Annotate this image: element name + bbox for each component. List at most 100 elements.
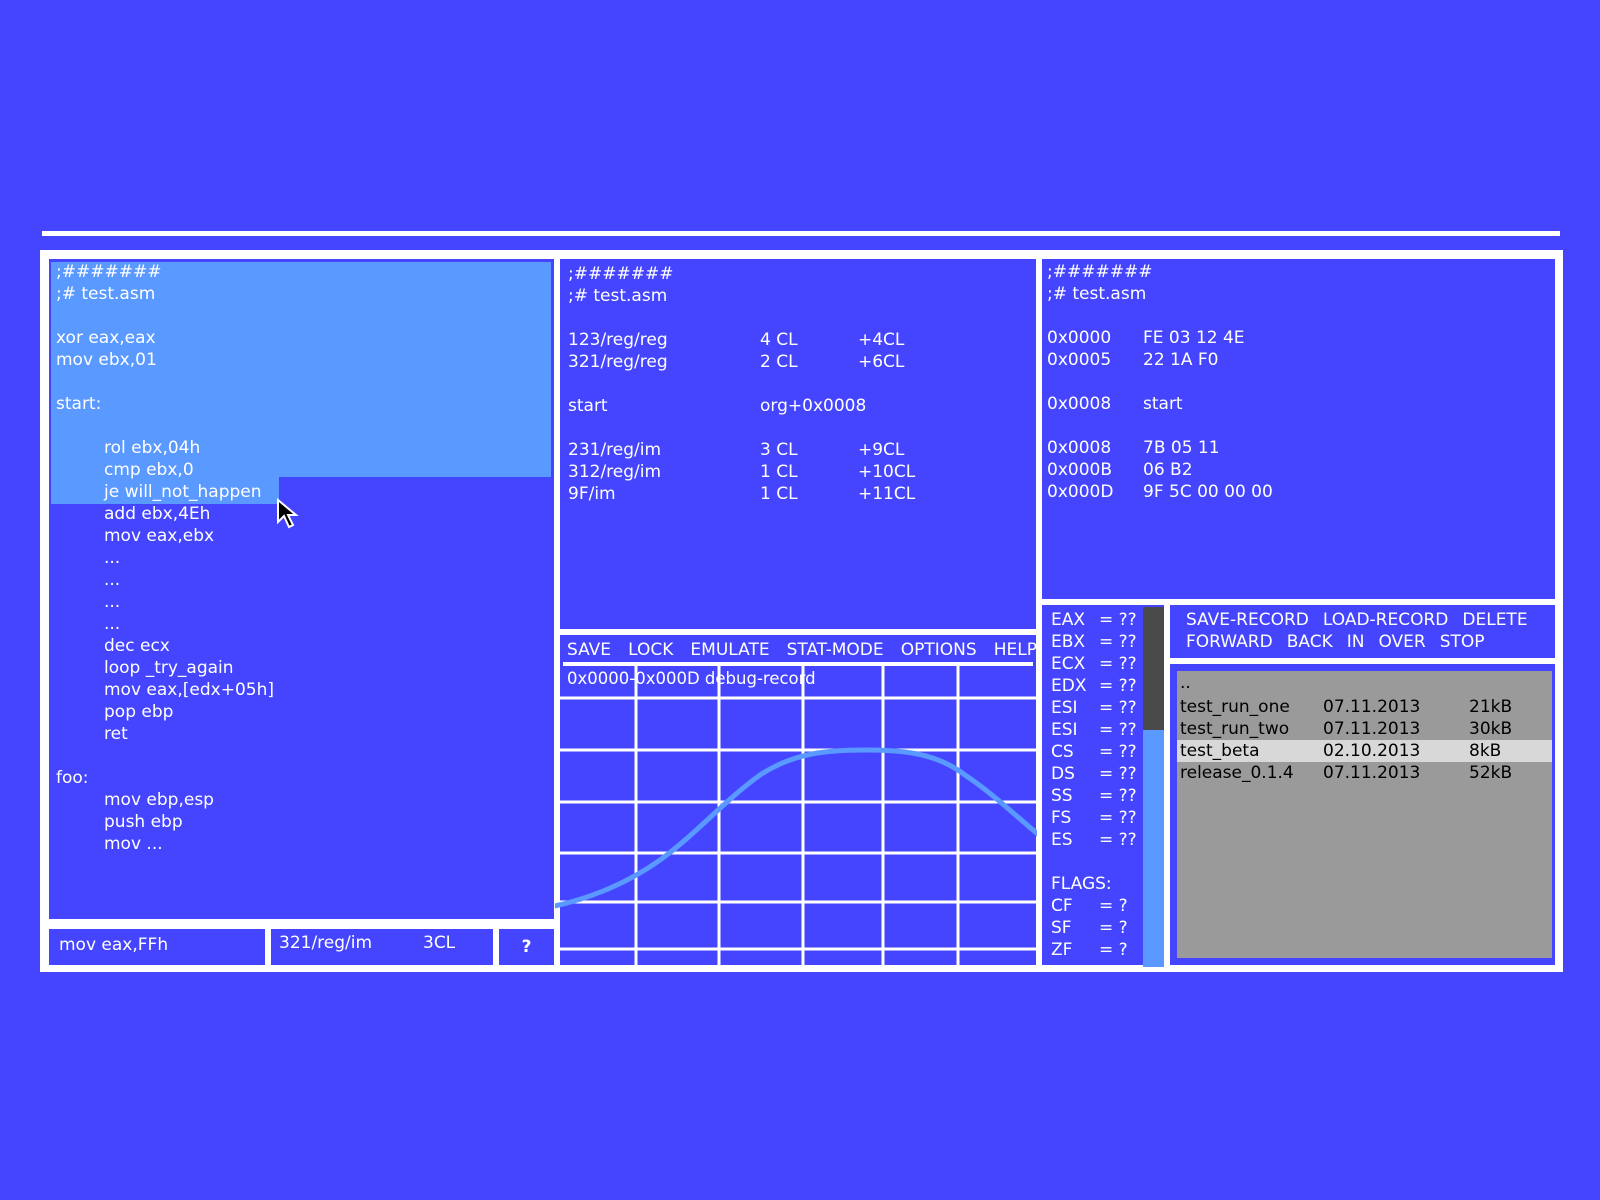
file-parent-dir[interactable]: .. [1177,674,1552,696]
flag-value: = ? [1099,940,1128,960]
source-line[interactable]: xor eax,eax [56,327,546,349]
register-name: SS [1051,786,1073,806]
source-line[interactable]: mov ebx,01 [56,349,546,371]
register-name: FS [1051,808,1072,828]
hex-address: 0x0000 [1047,328,1112,348]
hex-bytes: 22 1A F0 [1143,350,1219,370]
flag-row: CF = ? [1051,895,1146,917]
file-size: 21kB [1469,697,1513,717]
register-name: ESI [1051,720,1078,740]
register-value: = ?? [1099,764,1137,784]
cycles-total: +4CL [858,330,905,350]
source-line[interactable]: pop ebp [56,701,546,723]
file-date: 07.11.2013 [1323,697,1421,717]
record-menu-load-record[interactable]: LOAD-RECORD [1323,609,1449,631]
record-menu-save-record[interactable]: SAVE-RECORD [1186,609,1309,631]
source-line[interactable]: ;# test.asm [56,283,546,305]
flags-title: FLAGS: [1051,874,1112,894]
cycles-row: 123/reg/reg 4 CL +4CL [568,329,1028,351]
record-menu-stop[interactable]: STOP [1440,631,1485,653]
record-menu-row2: FORWARD BACK IN OVER STOP [1186,631,1546,653]
register-scrollbar-track[interactable] [1143,607,1164,730]
hex-address: 0x0005 [1047,350,1112,370]
cycles-total: +6CL [858,352,905,372]
cycles-encoding: 9F/im [568,484,616,504]
cycles-count: 1 CL [760,462,798,482]
register-name: DS [1051,764,1075,784]
record-menu-forward[interactable]: FORWARD [1186,631,1273,653]
flag-value: = ? [1099,918,1128,938]
source-line[interactable]: ... [56,569,546,591]
file-name: release_0.1.4 [1180,763,1294,783]
help-button-label[interactable]: ? [494,936,559,958]
cycles-total: +11CL [858,484,916,504]
cycles-encoding: 321/reg/reg [568,352,668,372]
cycles-row: 312/reg/im 1 CL +10CL [568,461,1028,483]
cycles-row [568,373,1028,395]
file-name: test_run_two [1180,719,1290,739]
cycles-encoding: start [568,396,608,416]
register-value: = ?? [1099,632,1137,652]
source-line[interactable]: cmp ebx,0 [56,459,546,481]
cycles-row: start org+0x0008 [568,395,1028,417]
hex-row: 0x0000 FE 03 12 4E [1047,327,1547,349]
file-date: 07.11.2013 [1323,763,1421,783]
source-code[interactable]: ;####### ;# test.asm xor eax,eax mov ebx,01… [56,261,546,855]
source-line[interactable]: ;####### [56,261,546,283]
record-menu-back[interactable]: BACK [1287,631,1333,653]
register-scrollbar-thumb[interactable] [1143,730,1164,967]
file-row[interactable]: test_run_one 07.11.2013 21kB [1177,696,1552,718]
source-line[interactable]: mov eax,[edx+05h] [56,679,546,701]
register-row: SS = ?? [1051,785,1146,807]
flag-row: ZF = ? [1051,939,1146,961]
graph-range-label: 0x0000-0x000D debug-record [567,669,816,688]
source-line[interactable]: ... [56,547,546,569]
hex-row: 0x0005 22 1A F0 [1047,349,1547,371]
source-line[interactable] [56,305,546,327]
source-line[interactable]: loop _try_again [56,657,546,679]
register-name: CS [1051,742,1074,762]
file-row-selected[interactable]: test_beta 02.10.2013 8kB [1177,740,1552,762]
hex-address: 0x000D [1047,482,1114,502]
file-size: 52kB [1469,763,1513,783]
file-name: test_run_one [1180,697,1290,717]
record-menu-in[interactable]: IN [1347,631,1365,653]
source-line[interactable]: foo: [56,767,546,789]
graph-curve [555,747,1041,909]
register-name: ECX [1051,654,1086,674]
register-name: ESI [1051,698,1078,718]
record-menu-delete[interactable]: DELETE [1462,609,1527,631]
source-line[interactable]: mov ebp,esp [56,789,546,811]
file-row[interactable]: release_0.1.4 07.11.2013 52kB [1177,762,1552,784]
source-line[interactable]: ret [56,723,546,745]
hex-header-line: ;# test.asm [1047,284,1147,304]
hex-bytes: FE 03 12 4E [1143,328,1245,348]
cycles-row [568,417,1028,439]
source-line[interactable] [56,371,546,393]
file-row[interactable]: test_run_two 07.11.2013 30kB [1177,718,1552,740]
hex-row: 0x000D 9F 5C 00 00 00 [1047,481,1547,503]
source-line[interactable]: start: [56,393,546,415]
source-line[interactable] [56,415,546,437]
source-line[interactable]: mov ... [56,833,546,855]
register-value: = ?? [1099,742,1137,762]
source-line[interactable]: push ebp [56,811,546,833]
hex-address: 0x000B [1047,460,1112,480]
status-cycles: 3CL [423,933,456,953]
source-line[interactable]: ... [56,613,546,635]
source-line[interactable]: dec ecx [56,635,546,657]
hex-row: 0x0008 7B 05 11 [1047,437,1547,459]
cycles-count: 2 CL [760,352,798,372]
source-line[interactable]: rol ebx,04h [56,437,546,459]
cycles-row: 321/reg/reg 2 CL +6CL [568,351,1028,373]
cycles-header-line: ;# test.asm [568,286,668,306]
record-menu-over[interactable]: OVER [1378,631,1425,653]
register-row: FS = ?? [1051,807,1146,829]
register-row: ECX = ?? [1051,653,1146,675]
register-value: = ?? [1099,676,1137,696]
hex-content: ;####### ;# test.asm 0x0000 FE 03 12 4E 0x00… [1047,261,1547,503]
cycles-content: ;####### ;# test.asm 123/reg/reg 4 CL +4CL 32… [568,263,1028,505]
source-line[interactable]: ... [56,591,546,613]
source-line[interactable] [56,745,546,767]
